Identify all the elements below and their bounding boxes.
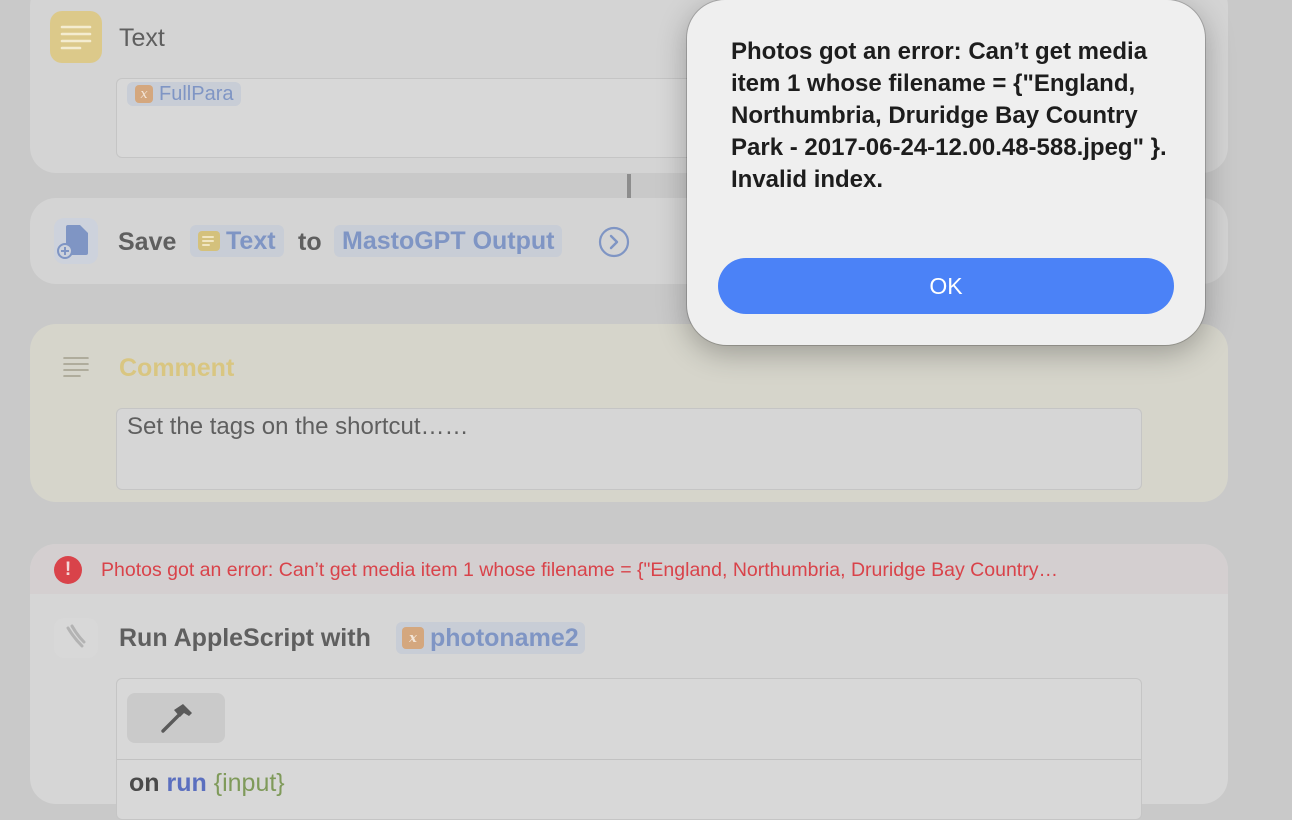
variable-icon: x [135, 85, 153, 103]
variable-token-photoname2[interactable]: x photoname2 [396, 622, 585, 654]
script-editor[interactable]: on run {input} [116, 678, 1142, 820]
applescript-action-title: Run AppleScript with [119, 624, 371, 652]
code-keyword: on [129, 769, 160, 797]
comment-lines-icon [62, 354, 92, 380]
destination-token[interactable]: MastoGPT Output [334, 225, 563, 257]
action-connector [627, 174, 631, 198]
script-editor-divider [117, 759, 1141, 760]
comment-body: Set the tags on the shortcut…… [127, 413, 469, 440]
error-banner-text: Photos got an error: Can’t get media ite… [101, 559, 1058, 581]
chevron-right-circle-icon[interactable] [598, 226, 630, 258]
input-token-label: Text [226, 226, 276, 255]
destination-label: MastoGPT Output [342, 226, 555, 255]
variable-token-label: FullPara [159, 82, 234, 105]
script-code-line: on run {input} [129, 769, 285, 798]
variable-token-fullpara[interactable]: x FullPara [127, 82, 242, 106]
comment-action-card[interactable]: Comment Set the tags on the shortcut…… [30, 324, 1228, 502]
comment-text-field[interactable]: Set the tags on the shortcut…… [116, 408, 1142, 490]
save-action-verb: Save [118, 228, 177, 256]
text-lines-icon [50, 11, 102, 63]
applescript-action-card[interactable]: ! Photos got an error: Can’t get media i… [30, 544, 1228, 820]
code-param: {input} [213, 769, 285, 797]
compile-button[interactable] [127, 693, 225, 743]
code-handler: run [166, 769, 207, 797]
variable-token-label: photoname2 [430, 623, 579, 652]
alert-message: Photos got an error: Can’t get media ite… [731, 38, 1167, 193]
comment-action-title: Comment [119, 354, 235, 382]
variable-icon: x [402, 627, 424, 649]
input-token-text[interactable]: Text [190, 225, 284, 257]
text-token-icon [198, 231, 220, 251]
document-add-icon [54, 218, 98, 264]
ok-button[interactable]: OK [718, 258, 1174, 314]
error-alert-dialog: Photos got an error: Can’t get media ite… [687, 0, 1205, 345]
hammer-icon [161, 704, 192, 733]
text-action-title: Text [119, 24, 165, 52]
exclamation-circle-icon: ! [54, 556, 82, 584]
applescript-icon [54, 618, 98, 658]
error-banner: ! Photos got an error: Can’t get media i… [30, 544, 1228, 594]
save-action-connector-word: to [298, 228, 322, 256]
